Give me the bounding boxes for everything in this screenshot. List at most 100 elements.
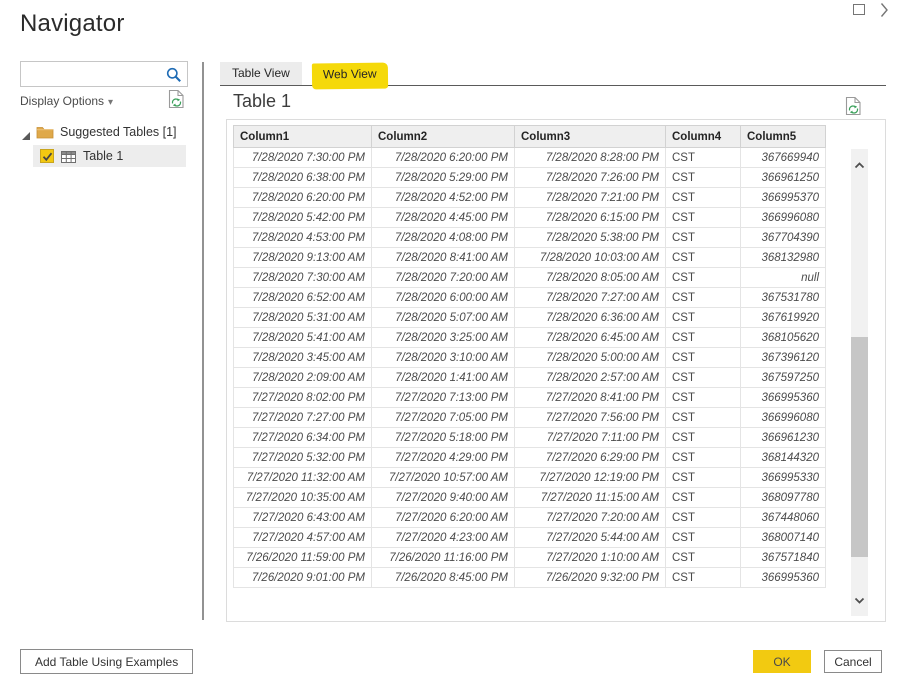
table-header-row: Column1Column2Column3Column4Column5 xyxy=(234,126,826,148)
table-cell: CST xyxy=(666,408,741,428)
tree-expander-icon[interactable] xyxy=(21,128,31,138)
tree-item-label: Table 1 xyxy=(83,149,123,163)
table-cell: 7/28/2020 2:57:00 AM xyxy=(515,368,666,388)
table-cell: CST xyxy=(666,568,741,588)
table-cell: 367531780 xyxy=(741,288,826,308)
search-input[interactable] xyxy=(21,62,163,86)
table-cell: 7/27/2020 10:57:00 AM xyxy=(372,468,515,488)
table-row: 7/28/2020 5:42:00 PM7/28/2020 4:45:00 PM… xyxy=(234,208,826,228)
maximize-icon[interactable] xyxy=(853,4,865,15)
table-cell: 7/26/2020 9:32:00 PM xyxy=(515,568,666,588)
table-cell: 7/28/2020 3:25:00 AM xyxy=(372,328,515,348)
highlight-annotation: Web View xyxy=(312,63,388,90)
checkbox-checked[interactable] xyxy=(40,149,54,163)
table-row: 7/26/2020 9:01:00 PM7/26/2020 8:45:00 PM… xyxy=(234,568,826,588)
table-row: 7/27/2020 8:02:00 PM7/27/2020 7:13:00 PM… xyxy=(234,388,826,408)
table-cell: 366996080 xyxy=(741,408,826,428)
scrollbar-thumb[interactable] xyxy=(851,337,868,557)
table-cell: 7/28/2020 10:03:00 AM xyxy=(515,248,666,268)
table-cell: 367597250 xyxy=(741,368,826,388)
table-cell: CST xyxy=(666,468,741,488)
table-cell: 7/28/2020 7:21:00 PM xyxy=(515,188,666,208)
table-cell: 7/28/2020 3:10:00 AM xyxy=(372,348,515,368)
table-cell: 7/28/2020 6:20:00 PM xyxy=(234,188,372,208)
table-cell: 366995360 xyxy=(741,388,826,408)
table-cell: 7/27/2020 4:29:00 PM xyxy=(372,448,515,468)
table-cell: 7/28/2020 4:52:00 PM xyxy=(372,188,515,208)
table-cell: CST xyxy=(666,308,741,328)
table-cell: 7/28/2020 6:20:00 PM xyxy=(372,148,515,168)
tree-node-suggested-tables[interactable]: Suggested Tables [1] xyxy=(0,122,202,144)
table-cell: 7/28/2020 8:28:00 PM xyxy=(515,148,666,168)
table-cell: 7/28/2020 3:45:00 AM xyxy=(234,348,372,368)
table-cell: 7/28/2020 7:26:00 PM xyxy=(515,168,666,188)
table-cell: 7/28/2020 4:45:00 PM xyxy=(372,208,515,228)
chevron-right-icon[interactable] xyxy=(880,2,889,23)
table-cell: 7/28/2020 5:29:00 PM xyxy=(372,168,515,188)
table-cell: CST xyxy=(666,488,741,508)
table-cell: 368144320 xyxy=(741,448,826,468)
table-cell: 7/27/2020 7:20:00 AM xyxy=(515,508,666,528)
table-cell: 7/27/2020 4:57:00 AM xyxy=(234,528,372,548)
refresh-preview-icon[interactable] xyxy=(845,96,862,116)
ok-button[interactable]: OK xyxy=(753,650,811,673)
scroll-up-icon[interactable] xyxy=(854,156,865,174)
table-cell: 367669940 xyxy=(741,148,826,168)
table-cell: 7/28/2020 8:41:00 AM xyxy=(372,248,515,268)
vertical-scrollbar[interactable] xyxy=(851,149,868,616)
table-cell: 7/28/2020 9:13:00 AM xyxy=(234,248,372,268)
display-options-label: Display Options xyxy=(20,94,104,108)
scroll-down-icon[interactable] xyxy=(854,591,865,609)
table-cell: CST xyxy=(666,368,741,388)
tab-table-view[interactable]: Table View xyxy=(220,62,302,85)
table-cell: CST xyxy=(666,388,741,408)
preview-table: Column1Column2Column3Column4Column5 7/28… xyxy=(233,125,826,588)
table-row: 7/28/2020 6:52:00 AM7/28/2020 6:00:00 AM… xyxy=(234,288,826,308)
table-row: 7/28/2020 5:41:00 AM7/28/2020 3:25:00 AM… xyxy=(234,328,826,348)
search-icon[interactable] xyxy=(166,67,182,83)
tab-web-view[interactable]: Web View xyxy=(312,62,388,85)
tree-item-table1[interactable]: Table 1 xyxy=(33,145,186,167)
tree-node-label: Suggested Tables [1] xyxy=(60,125,177,139)
table-cell: 7/27/2020 10:35:00 AM xyxy=(234,488,372,508)
preview-pane: Column1Column2Column3Column4Column5 7/28… xyxy=(226,119,886,622)
table-cell: 7/26/2020 8:45:00 PM xyxy=(372,568,515,588)
table-cell: CST xyxy=(666,208,741,228)
table-cell: 7/28/2020 6:00:00 AM xyxy=(372,288,515,308)
table-cell: 368097780 xyxy=(741,488,826,508)
table-cell: 7/28/2020 7:27:00 AM xyxy=(515,288,666,308)
cancel-button[interactable]: Cancel xyxy=(824,650,882,673)
table-cell: 7/28/2020 2:09:00 AM xyxy=(234,368,372,388)
table-cell: CST xyxy=(666,328,741,348)
refresh-icon[interactable] xyxy=(168,89,185,109)
column-header: Column2 xyxy=(372,126,515,148)
table-row: 7/27/2020 5:32:00 PM7/27/2020 4:29:00 PM… xyxy=(234,448,826,468)
display-options-dropdown[interactable]: Display Options▾ xyxy=(20,94,113,108)
table-row: 7/27/2020 10:35:00 AM7/27/2020 9:40:00 A… xyxy=(234,488,826,508)
table-cell: 366961250 xyxy=(741,168,826,188)
table-row: 7/27/2020 4:57:00 AM7/27/2020 4:23:00 AM… xyxy=(234,528,826,548)
table-row: 7/28/2020 9:13:00 AM7/28/2020 8:41:00 AM… xyxy=(234,248,826,268)
table-cell: 7/27/2020 7:56:00 PM xyxy=(515,408,666,428)
table-cell: 7/28/2020 7:30:00 PM xyxy=(234,148,372,168)
table-cell: 7/27/2020 9:40:00 AM xyxy=(372,488,515,508)
table-cell: 7/28/2020 5:42:00 PM xyxy=(234,208,372,228)
table-cell: 7/28/2020 6:52:00 AM xyxy=(234,288,372,308)
table-cell: 366995360 xyxy=(741,568,826,588)
table-cell: CST xyxy=(666,348,741,368)
table-cell: 7/28/2020 5:38:00 PM xyxy=(515,228,666,248)
view-tabs: Table View Web View xyxy=(220,62,387,85)
table-cell: 7/27/2020 7:13:00 PM xyxy=(372,388,515,408)
column-header: Column4 xyxy=(666,126,741,148)
table-cell: 7/27/2020 4:23:00 AM xyxy=(372,528,515,548)
add-table-using-examples-button[interactable]: Add Table Using Examples xyxy=(20,649,193,674)
table-cell: CST xyxy=(666,448,741,468)
table-cell: 367571840 xyxy=(741,548,826,568)
folder-icon xyxy=(36,125,54,139)
table-cell: 7/27/2020 12:19:00 PM xyxy=(515,468,666,488)
table-row: 7/27/2020 6:34:00 PM7/27/2020 5:18:00 PM… xyxy=(234,428,826,448)
table-row: 7/28/2020 4:53:00 PM7/28/2020 4:08:00 PM… xyxy=(234,228,826,248)
table-cell: 7/28/2020 6:36:00 AM xyxy=(515,308,666,328)
table-cell: 7/27/2020 6:43:00 AM xyxy=(234,508,372,528)
table-cell: 367619920 xyxy=(741,308,826,328)
